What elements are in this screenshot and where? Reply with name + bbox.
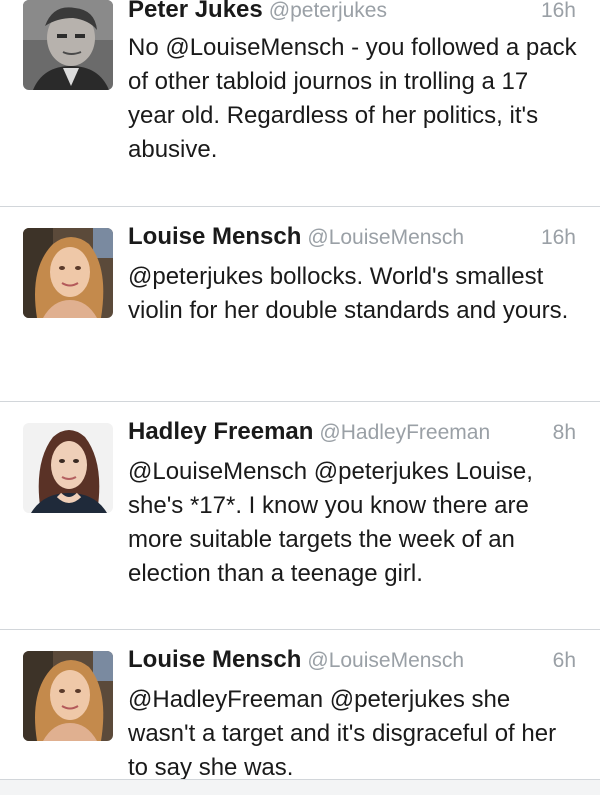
author-handle[interactable]: @HadleyFreeman — [319, 421, 490, 444]
timestamp: 16h — [540, 226, 576, 249]
avatar[interactable] — [23, 423, 113, 513]
tweet[interactable]: Louise Mensch @LouiseMensch 16h @peterjuk… — [0, 207, 600, 401]
avatar[interactable] — [23, 228, 113, 318]
author-handle[interactable]: @LouiseMensch — [307, 649, 464, 672]
timestamp: 6h — [552, 649, 576, 672]
tweet-text: @peterjukes bollocks. World's smallest v… — [128, 263, 569, 324]
timestamp: 16h — [540, 0, 576, 22]
tweet-header: Louise Mensch @LouiseMensch 6h — [128, 646, 576, 680]
tweet-header: Hadley Freeman @HadleyFreeman 8h — [128, 418, 576, 452]
avatar[interactable] — [23, 0, 113, 90]
tweet-text: No @LouiseMensch - you followed a pack o… — [128, 34, 577, 163]
avatar[interactable] — [23, 651, 113, 741]
tweet-timeline: Peter Jukes @peterjukes 16h No @LouiseMen… — [0, 0, 600, 795]
author-name[interactable]: Louise Mensch — [128, 646, 301, 673]
tweet-text: @LouiseMensch @peterjukes Louise, she's … — [128, 458, 533, 587]
tweet-text: @HadleyFreeman @peterjukes she wasn't a … — [128, 686, 557, 781]
author-handle[interactable]: @peterjukes — [269, 0, 387, 22]
tweet-header: Peter Jukes @peterjukes 16h — [128, 0, 576, 30]
tweet-header: Louise Mensch @LouiseMensch 16h — [128, 223, 576, 257]
author-handle[interactable]: @LouiseMensch — [307, 226, 464, 249]
timestamp: 8h — [552, 421, 576, 444]
tweet[interactable]: Hadley Freeman @HadleyFreeman 8h @LouiseM… — [0, 402, 600, 629]
author-name[interactable]: Louise Mensch — [128, 223, 301, 250]
bottom-bar — [0, 779, 600, 795]
author-name[interactable]: Peter Jukes — [128, 0, 263, 23]
author-name[interactable]: Hadley Freeman — [128, 418, 313, 445]
tweet[interactable]: Louise Mensch @LouiseMensch 6h @HadleyFre… — [0, 630, 600, 781]
tweet[interactable]: Peter Jukes @peterjukes 16h No @LouiseMen… — [0, 0, 600, 206]
